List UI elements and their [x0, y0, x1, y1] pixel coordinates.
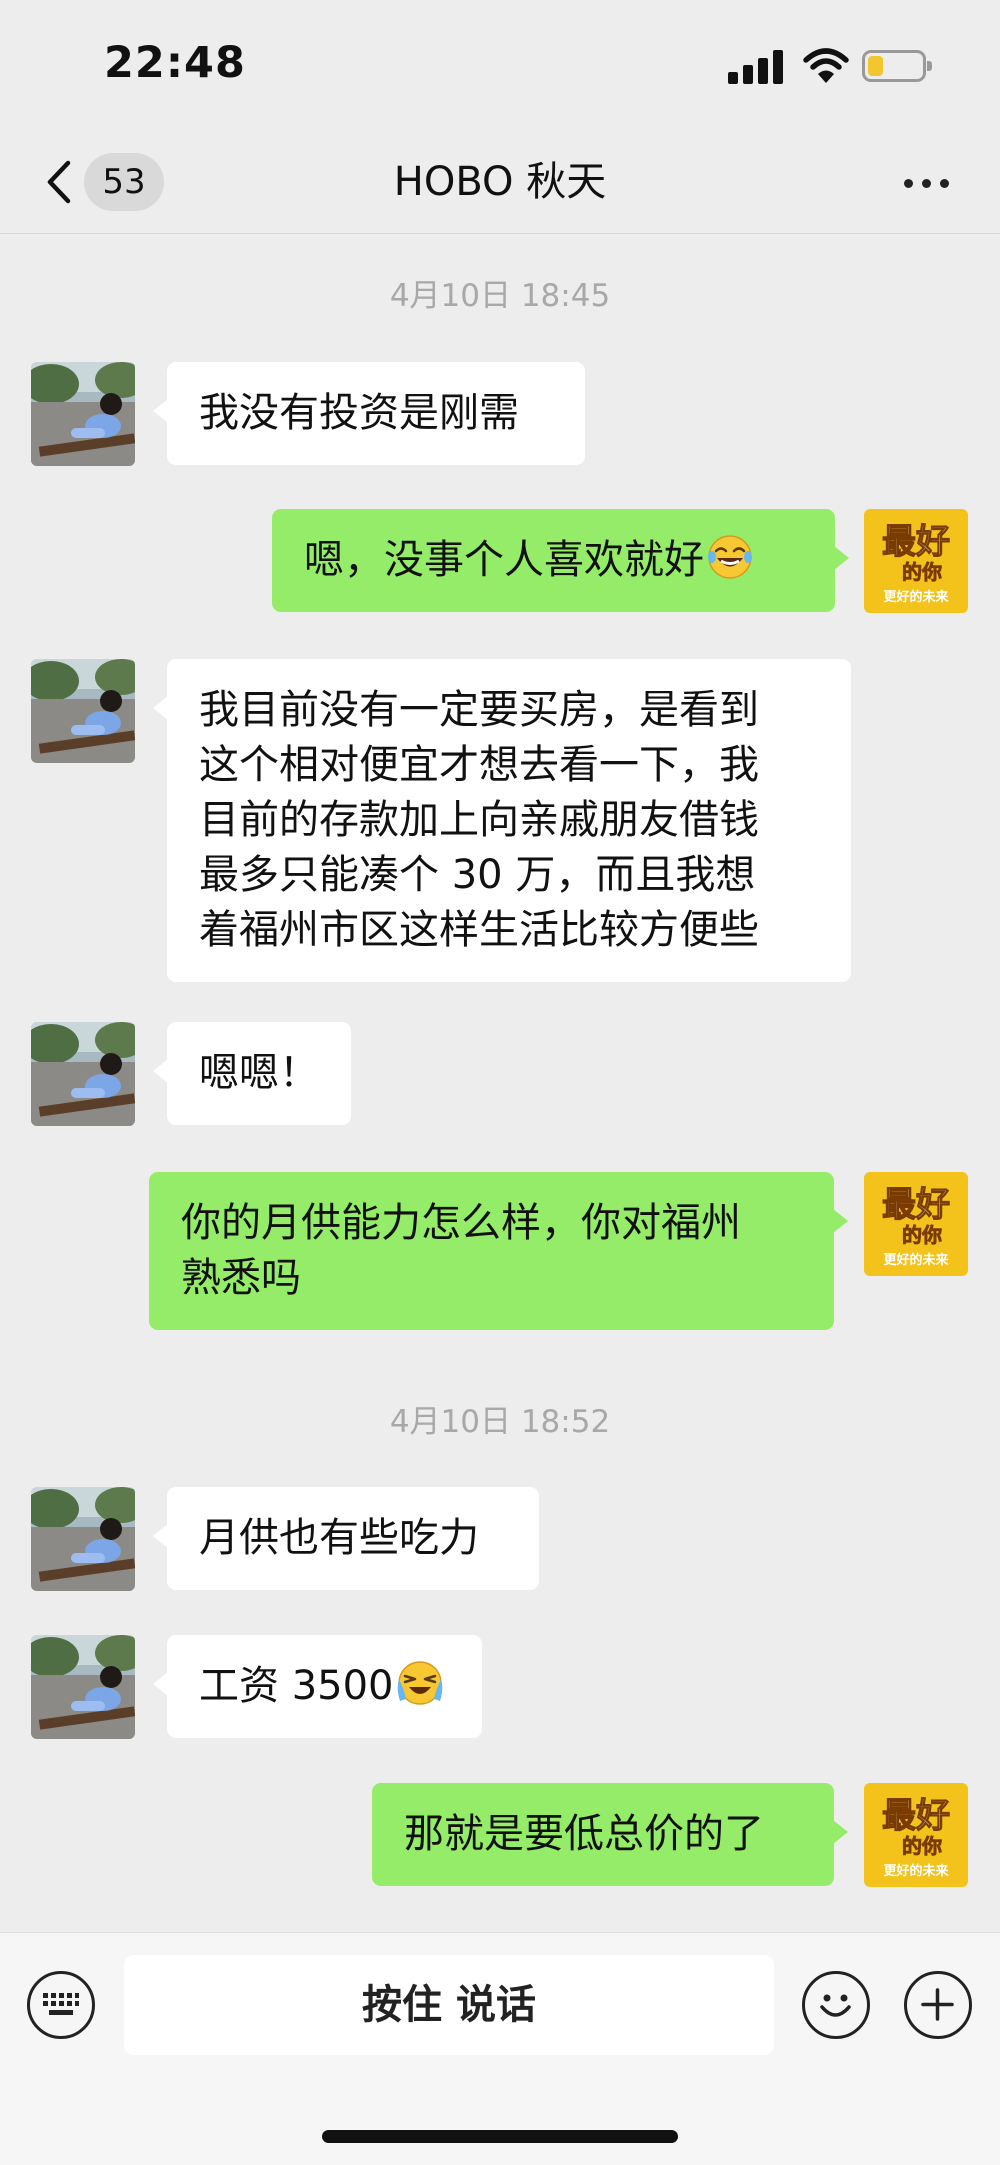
message-text-line: 熟悉吗: [181, 1255, 301, 1301]
incoming-message[interactable]: 工资 3500: [153, 1635, 482, 1738]
incoming-message[interactable]: 嗯嗯！: [153, 1022, 351, 1125]
svg-text:更好的未来: 更好的未来: [883, 589, 949, 605]
contact-avatar[interactable]: [31, 1635, 135, 1739]
chat-title: HOBO 秋天: [393, 159, 607, 205]
crying-laughing-emoji-icon: [397, 1661, 442, 1705]
hold-to-talk-button[interactable]: 按住 说话: [124, 1955, 774, 2055]
svg-text:更好的未来: 更好的未来: [883, 1252, 949, 1268]
battery-icon: [862, 50, 932, 82]
message-text-line: 目前的存款加上向亲戚朋友借钱: [199, 797, 759, 843]
home-indicator: [322, 2130, 678, 2143]
incoming-message[interactable]: 我没有投资是刚需: [153, 362, 585, 465]
more-options-icon[interactable]: [902, 155, 952, 209]
message-timestamp: 4月10日 18:52: [389, 1404, 611, 1440]
svg-text:最好: 最好: [882, 1796, 950, 1836]
message-text: 那就是要低总价的了: [404, 1811, 764, 1857]
outgoing-message[interactable]: 嗯，没事个人喜欢就好: [272, 509, 849, 612]
contact-avatar[interactable]: [31, 659, 135, 763]
cellular-signal-icon: [728, 50, 784, 84]
laughing-tears-emoji-icon: [708, 535, 752, 579]
message-text-line: 你的月供能力怎么样，你对福州: [181, 1200, 741, 1246]
message-text: 我没有投资是刚需: [199, 390, 519, 436]
wifi-icon: [803, 48, 849, 83]
add-more-icon[interactable]: [904, 1971, 972, 2039]
svg-text:更好的未来: 更好的未来: [883, 1863, 949, 1879]
contact-avatar[interactable]: [31, 362, 135, 466]
keyboard-toggle-icon[interactable]: [27, 1971, 95, 2039]
self-avatar[interactable]: 最好 的你 更好的未来: [864, 509, 968, 613]
svg-text:的你: 的你: [902, 1223, 942, 1247]
svg-text:最好: 最好: [882, 1185, 950, 1225]
contact-avatar[interactable]: [31, 1022, 135, 1126]
self-avatar[interactable]: 最好 的你 更好的未来: [864, 1783, 968, 1887]
incoming-message[interactable]: 月供也有些吃力: [153, 1487, 539, 1590]
message-text-line: 着福州市区这样生活比较方便些: [199, 907, 759, 953]
message-text: 月供也有些吃力: [199, 1515, 479, 1561]
message-text-line: 这个相对便宜才想去看一下，我: [199, 742, 759, 788]
self-avatar[interactable]: 最好 的你 更好的未来: [864, 1172, 968, 1276]
contact-avatar[interactable]: [31, 1487, 135, 1591]
message-text-line: 最多只能凑个 30 万，而且我想: [199, 852, 756, 898]
svg-text:最好: 最好: [882, 522, 950, 562]
svg-text:的你: 的你: [902, 1834, 942, 1858]
message-text: 嗯，没事个人喜欢就好: [304, 537, 704, 583]
outgoing-message[interactable]: 那就是要低总价的了: [372, 1783, 848, 1886]
status-bar: 22:48: [0, 0, 1000, 135]
message-text: 工资 3500: [199, 1663, 394, 1709]
incoming-message[interactable]: 我目前没有一定要买房，是看到 这个相对便宜才想去看一下，我 目前的存款加上向亲戚…: [153, 659, 851, 982]
emoji-picker-icon[interactable]: [802, 1971, 870, 2039]
svg-text:的你: 的你: [902, 560, 942, 584]
message-text-line: 我目前没有一定要买房，是看到: [199, 687, 759, 733]
outgoing-message[interactable]: 你的月供能力怎么样，你对福州 熟悉吗: [149, 1172, 848, 1330]
message-timestamp: 4月10日 18:45: [389, 278, 611, 314]
message-text: 嗯嗯！: [199, 1050, 319, 1096]
status-time: 22:48: [104, 38, 246, 88]
chat-header: 53 HOBO 秋天: [0, 135, 1000, 234]
